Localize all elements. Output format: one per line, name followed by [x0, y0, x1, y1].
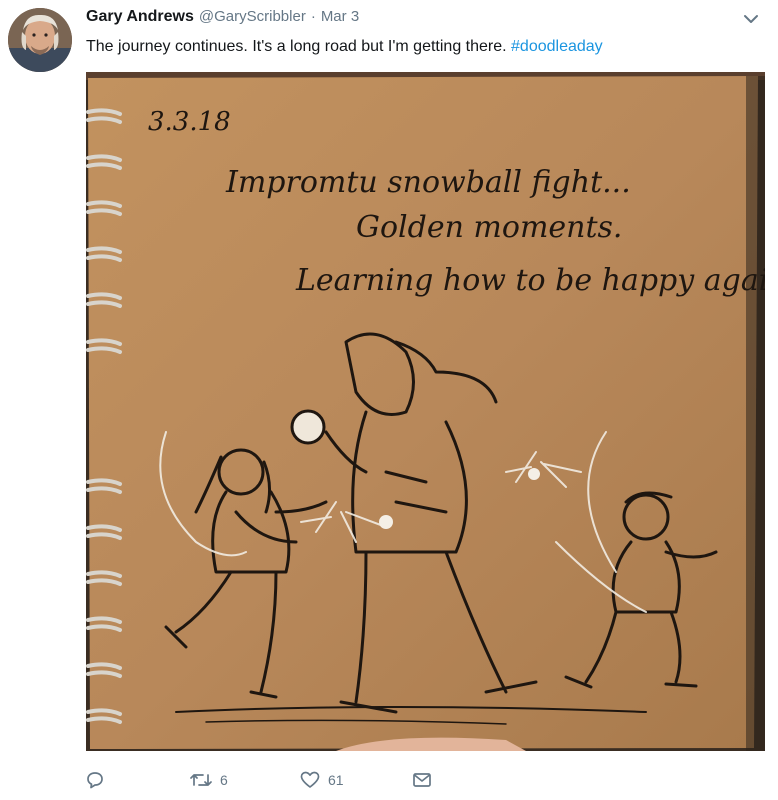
- like-count: 61: [328, 772, 344, 788]
- envelope-icon: [412, 771, 432, 789]
- chevron-down-icon[interactable]: [742, 12, 760, 26]
- reply-button[interactable]: [86, 766, 112, 794]
- avatar[interactable]: [8, 8, 72, 72]
- retweet-icon: [190, 771, 212, 789]
- note-line-3: Learning how to be happy again.: [295, 263, 765, 298]
- note-line-1: Impromtu snowball fight...: [225, 165, 631, 200]
- retweet-count: 6: [220, 772, 228, 788]
- note-line-2: Golden moments.: [356, 210, 622, 245]
- heart-icon: [300, 771, 320, 789]
- hashtag-link[interactable]: #doodleaday: [511, 38, 603, 55]
- tweet-text: The journey continues. It's a long road …: [86, 36, 603, 58]
- separator-dot: ·: [310, 8, 316, 25]
- tweet-image[interactable]: 3.3.18 Impromtu snowball fight... Golden…: [86, 72, 765, 751]
- reply-icon: [86, 771, 104, 789]
- tweet-date[interactable]: Mar 3: [321, 8, 359, 25]
- tweet: Gary Andrews @GaryScribbler · Mar 3 The …: [0, 0, 778, 800]
- tweet-header: Gary Andrews @GaryScribbler · Mar 3: [86, 8, 359, 30]
- direct-message-button[interactable]: [412, 766, 432, 794]
- user-handle[interactable]: @GaryScribbler: [199, 8, 306, 25]
- display-name[interactable]: Gary Andrews: [86, 8, 194, 26]
- like-button[interactable]: 61: [300, 766, 344, 794]
- tweet-actions: 6 61: [86, 766, 506, 794]
- tweet-body: The journey continues. It's a long road …: [86, 38, 512, 55]
- note-date: 3.3.18: [148, 107, 231, 137]
- retweet-button[interactable]: 6: [190, 766, 228, 794]
